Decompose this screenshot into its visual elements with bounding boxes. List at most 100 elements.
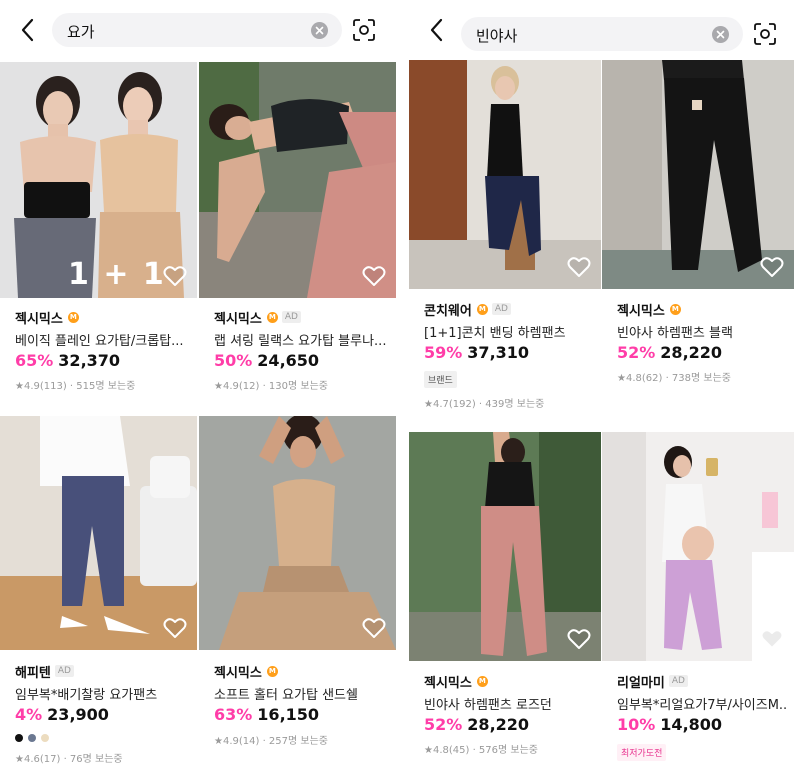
wishlist-heart-icon[interactable]: [567, 256, 591, 278]
color-swatch[interactable]: [15, 734, 23, 742]
brand-name: 리얼마미: [617, 675, 665, 691]
brand-row: 젝시믹스 M AD: [214, 308, 301, 327]
m-badge-icon: M: [476, 303, 488, 315]
search-query-text: 요가: [67, 23, 95, 41]
wishlist-heart-icon[interactable]: [163, 265, 187, 287]
product-info: 젝시믹스 M 빈야사 하렘팬츠 블랙 52% 28,220 ★4.8(62) · …: [602, 300, 794, 418]
price: 23,900: [47, 705, 109, 724]
rating-viewers: ★4.6(17) · 76명 보는중: [15, 754, 123, 765]
left-search-screen: 요가 1 + 1 젝시믹스 M 베이직 플레인 요가탑/크롭탑... 65% 3…: [0, 0, 396, 774]
brand-row: 젝시믹스 M: [617, 300, 681, 319]
discount-rate: 63%: [214, 705, 253, 724]
rating-viewers: ★4.9(12) · 130명 보는중: [214, 381, 328, 392]
discount-rate: 10%: [617, 715, 656, 734]
product-card[interactable]: 콘치웨어 M AD [1+1]콘치 밴딩 하렘팬츠 59% 37,310 브랜드 …: [409, 60, 601, 418]
brand-name: 젝시믹스: [15, 311, 63, 327]
brand-row: 리얼마미 AD: [617, 672, 688, 691]
m-badge-icon: M: [266, 311, 278, 323]
pane-divider: [396, 0, 409, 774]
back-icon[interactable]: [17, 17, 39, 43]
brand-name: 해피텐: [15, 665, 51, 681]
wishlist-heart-icon[interactable]: [567, 628, 591, 650]
discount-rate: 65%: [15, 351, 54, 370]
product-title: 빈야사 하렘팬츠 로즈던: [424, 698, 552, 713]
brand-row: 해피텐 AD: [15, 662, 74, 681]
product-info: 젝시믹스 M 베이직 플레인 요가탑/크롭탑... 65% 32,370 ★4.9…: [0, 308, 197, 398]
discount-rate: 52%: [617, 343, 656, 362]
product-card[interactable]: 젝시믹스 M 빈야사 하렘팬츠 블랙 52% 28,220 ★4.8(62) · …: [602, 60, 794, 418]
product-info: 콘치웨어 M AD [1+1]콘치 밴딩 하렘팬츠 59% 37,310 브랜드 …: [409, 300, 601, 418]
color-swatches: [15, 734, 49, 742]
brand-name: 젝시믹스: [214, 311, 262, 327]
product-image[interactable]: [409, 60, 601, 289]
product-image[interactable]: [602, 432, 794, 661]
discount-rate: 52%: [424, 715, 463, 734]
ad-badge: AD: [491, 303, 511, 315]
product-card[interactable]: 젝시믹스 M 소프트 홀터 요가탑 샌드쉘 63% 16,150 ★4.9(14)…: [199, 416, 396, 774]
search-query-text: 빈야사: [476, 27, 518, 45]
camera-scan-icon[interactable]: [753, 22, 777, 46]
price: 16,150: [257, 705, 320, 724]
ad-badge: AD: [281, 311, 301, 323]
brand-name: 콘치웨어: [424, 303, 472, 319]
brand-name: 젝시믹스: [617, 303, 665, 319]
product-title: [1+1]콘치 밴딩 하렘팬츠: [424, 326, 566, 341]
product-title: 랩 셔링 릴랙스 요가탑 블루나...: [214, 334, 387, 349]
product-image[interactable]: [199, 416, 396, 650]
clear-search-icon[interactable]: [712, 26, 729, 43]
search-header: 빈야사: [409, 0, 794, 62]
m-badge-icon: M: [67, 311, 79, 323]
wishlist-heart-icon[interactable]: [362, 617, 386, 639]
product-title: 베이직 플레인 요가탑/크롭탑...: [15, 334, 184, 349]
wishlist-heart-icon[interactable]: [163, 617, 187, 639]
product-image[interactable]: [0, 416, 197, 650]
wishlist-heart-icon[interactable]: [760, 628, 784, 650]
product-card[interactable]: 해피텐 AD 임부복*배기찰랑 요가팬츠 4% 23,900 ★4.6(17) ·…: [0, 416, 197, 774]
clear-search-icon[interactable]: [311, 22, 328, 39]
wishlist-heart-icon[interactable]: [362, 265, 386, 287]
rating-viewers: ★4.7(192) · 439명 보는중: [424, 399, 545, 410]
rating-viewers: ★4.9(14) · 257명 보는중: [214, 736, 328, 747]
ad-badge: AD: [668, 675, 688, 687]
color-swatch[interactable]: [28, 734, 36, 742]
product-info: 젝시믹스 M 빈야사 하렘팬츠 로즈던 52% 28,220 ★4.8(45) ·…: [409, 672, 601, 774]
m-badge-icon: M: [266, 665, 278, 677]
price-row: 63% 16,150: [214, 705, 319, 724]
lowest-price-chip: 최저가도전: [617, 744, 667, 761]
brand-row: 젝시믹스 M: [424, 672, 488, 691]
camera-scan-icon[interactable]: [352, 18, 376, 42]
m-badge-icon: M: [476, 675, 488, 687]
product-info: 젝시믹스 M 소프트 홀터 요가탑 샌드쉘 63% 16,150 ★4.9(14)…: [199, 662, 396, 774]
promo-badge: 1 + 1: [68, 257, 166, 292]
brand-row: 젝시믹스 M: [214, 662, 278, 681]
product-card[interactable]: 젝시믹스 M AD 랩 셔링 릴랙스 요가탑 블루나... 50% 24,650 …: [199, 62, 396, 398]
right-search-screen: 빈야사 콘치웨어 M AD [1+1]콘치 밴딩 하렘팬츠 59% 37,310…: [409, 0, 794, 774]
wishlist-heart-icon[interactable]: [760, 256, 784, 278]
product-info: 리얼마미 AD 임부복*리얼요가7부/사이즈M... 10% 14,800 최저가…: [602, 672, 794, 774]
m-badge-icon: M: [669, 303, 681, 315]
product-image[interactable]: [409, 432, 601, 661]
color-swatch[interactable]: [41, 734, 49, 742]
product-image[interactable]: 1 + 1: [0, 62, 197, 298]
product-card[interactable]: 1 + 1 젝시믹스 M 베이직 플레인 요가탑/크롭탑... 65% 32,37…: [0, 62, 197, 398]
brand-row: 젝시믹스 M: [15, 308, 79, 327]
rating-viewers: ★4.8(62) · 738명 보는중: [617, 373, 731, 384]
price: 28,220: [467, 715, 530, 734]
rating-viewers: ★4.9(113) · 515명 보는중: [15, 381, 136, 392]
product-card[interactable]: 젝시믹스 M 빈야사 하렘팬츠 로즈던 52% 28,220 ★4.8(45) ·…: [409, 432, 601, 774]
price-row: 52% 28,220: [617, 343, 722, 362]
discount-rate: 4%: [15, 705, 43, 724]
brand-name: 젝시믹스: [214, 665, 262, 681]
product-image[interactable]: [602, 60, 794, 289]
price-row: 59% 37,310: [424, 343, 529, 362]
product-title: 빈야사 하렘팬츠 블랙: [617, 326, 733, 341]
brand-chip: 브랜드: [424, 371, 457, 388]
price-row: 10% 14,800: [617, 715, 722, 734]
product-image[interactable]: [199, 62, 396, 298]
product-title: 임부복*리얼요가7부/사이즈M...: [617, 698, 786, 713]
search-input[interactable]: 요가: [52, 13, 342, 47]
search-input[interactable]: 빈야사: [461, 17, 743, 51]
brand-name: 젝시믹스: [424, 675, 472, 691]
product-card[interactable]: 리얼마미 AD 임부복*리얼요가7부/사이즈M... 10% 14,800 최저가…: [602, 432, 794, 774]
back-icon[interactable]: [426, 17, 448, 43]
